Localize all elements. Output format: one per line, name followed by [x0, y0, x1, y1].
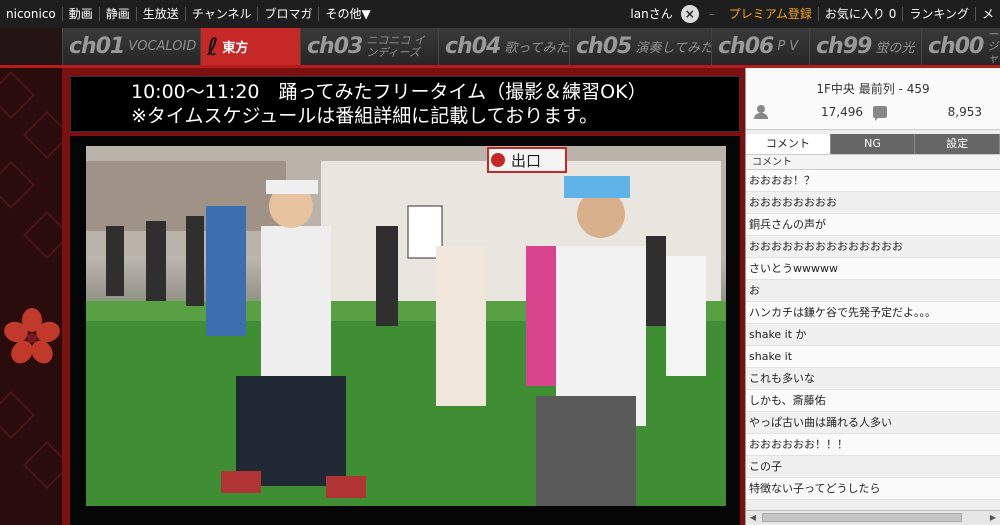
comment-row[interactable]: お — [746, 280, 1000, 302]
comment-icon — [873, 106, 887, 121]
video-frame: 出口 — [70, 136, 740, 525]
channel-name: ニコニコ インディーズ — [366, 33, 425, 59]
viewer-icon — [754, 105, 768, 119]
channel-tab-ch00[interactable]: ch00 オー ジャン — [921, 28, 1000, 65]
comment-row[interactable]: 特徴ない子ってどうしたら — [746, 478, 1000, 500]
channel-number: ch04 — [445, 34, 501, 59]
scroll-left-icon[interactable]: ◀ — [746, 511, 760, 524]
scroll-thumb[interactable] — [762, 513, 962, 522]
premium-link[interactable]: プレミアム登録 — [723, 0, 818, 28]
app-root: niconico 動画 静画 生放送 チャンネル ブロマガ その他▼ lanさん… — [0, 0, 1000, 525]
scroll-right-icon[interactable]: ▶ — [986, 511, 1000, 524]
channel-name: P V — [777, 39, 799, 54]
comment-row[interactable]: 銅兵さんの声が — [746, 214, 1000, 236]
horizontal-scrollbar[interactable]: ◀ ▶ — [746, 510, 1000, 524]
sakura-icon — [4, 308, 60, 364]
tab-ng[interactable]: NG — [830, 134, 916, 154]
channel-name: 歌ってみた — [504, 41, 569, 56]
tab-settings[interactable]: 設定 — [915, 134, 1000, 154]
comment-row[interactable]: これも多いな — [746, 368, 1000, 390]
channel-tab-ch03[interactable]: ch03 ニコニコ インディーズ — [300, 28, 438, 65]
divider: – — [708, 7, 715, 21]
room-label: 1F中央 最前列 - 459 — [816, 82, 930, 96]
channel-number: ch00 — [928, 34, 984, 59]
comment-row[interactable]: おおおおおおおお — [746, 192, 1000, 214]
telop-line-1: 10:00〜11:20 踊ってみたフリータイム（撮影＆練習OK） — [131, 81, 647, 103]
ranking-link[interactable]: ランキング — [903, 0, 975, 28]
comment-list[interactable]: おおおお！？ おおおおおおおお 銅兵さんの声が おおおおおおおおおおおおおお さ… — [746, 170, 1000, 510]
channel-tab-ch04[interactable]: ch04 歌ってみた — [438, 28, 569, 65]
channel-number: ch03 — [307, 34, 363, 59]
channel-bar: ch01 VOCALOID ℓ 東方 ch03 ニコニコ インディーズ ch04… — [0, 28, 1000, 68]
pattern-shape — [22, 210, 62, 260]
comment-row[interactable]: やっぱ古い曲は踊れる人多い — [746, 412, 1000, 434]
pattern-shape — [22, 440, 62, 490]
viewer-stat: 17,496 — [754, 105, 873, 119]
left-decoration — [0, 68, 62, 525]
top-navigation: niconico 動画 静画 生放送 チャンネル ブロマガ その他▼ lanさん… — [0, 0, 1000, 28]
comment-row[interactable]: ハンカチは鎌ケ谷で先発予定だよ。。。 — [746, 302, 1000, 324]
comment-panel: 1F中央 最前列 - 459 17,496 8,953 コメント NG 設定 コ… — [745, 68, 1000, 525]
favorites-link[interactable]: お気に入り 0 — [819, 0, 902, 28]
comment-row[interactable]: さいとうwwwww — [746, 258, 1000, 280]
channel-name: 演奏してみた — [635, 41, 713, 56]
channel-name: 東方 — [222, 41, 249, 56]
channel-tab-touhou[interactable]: ℓ 東方 — [200, 28, 300, 65]
comment-row[interactable]: この子 — [746, 456, 1000, 478]
comment-row[interactable]: おおおお！？ — [746, 170, 1000, 192]
channel-tab-ch99[interactable]: ch99 蛍の光 — [809, 28, 921, 65]
pattern-shape — [22, 110, 62, 160]
channel-name: VOCALOID — [128, 39, 197, 54]
nav-niconico[interactable]: niconico — [0, 0, 62, 28]
channel-bar-lead — [0, 28, 62, 65]
channel-number: ch05 — [576, 34, 632, 59]
channel-name: オー ジャン — [987, 28, 999, 65]
comment-row[interactable]: shake it か — [746, 324, 1000, 346]
exit-sign-text: 出口 — [511, 152, 541, 170]
channel-name: 蛍の光 — [875, 41, 915, 56]
comment-count: 8,953 — [947, 105, 982, 119]
nav-blomaga[interactable]: ブロマガ — [258, 0, 318, 28]
comment-row[interactable]: おおおおおお！！！ — [746, 434, 1000, 456]
player-area: 10:00〜11:20 踊ってみたフリータイム（撮影＆練習OK） ※タイムスケジ… — [62, 68, 745, 525]
tab-comment[interactable]: コメント — [746, 134, 831, 154]
channel-tab-ch01[interactable]: ch01 VOCALOID — [62, 28, 200, 65]
telop-line-2: ※タイムスケジュールは番組詳細に記載しております。 — [131, 105, 599, 127]
pattern-shape — [0, 160, 36, 210]
nav-video[interactable]: 動画 — [63, 0, 99, 28]
pattern-shape — [0, 390, 36, 440]
comment-row[interactable]: おおおおおおおおおおおおおお — [746, 236, 1000, 258]
channel-number: ch06 — [718, 34, 774, 59]
channel-tab-ch06[interactable]: ch06 P V — [711, 28, 809, 65]
video-player[interactable]: 出口 — [86, 146, 726, 506]
video-scene: 出口 — [86, 146, 726, 506]
close-icon[interactable]: × — [680, 5, 699, 23]
room-info: 1F中央 最前列 - 459 17,496 8,953 — [746, 68, 1000, 130]
nav-seiga[interactable]: 静画 — [100, 0, 136, 28]
mail-link[interactable]: メ — [976, 0, 1000, 28]
user-name[interactable]: lanさん — [622, 0, 680, 28]
channel-number: ch01 — [69, 34, 125, 59]
channel-tab-ch05[interactable]: ch05 演奏してみた — [569, 28, 713, 65]
comment-stat: 8,953 — [873, 105, 992, 121]
viewer-count: 17,496 — [821, 105, 863, 119]
panel-tabs: コメント NG 設定 — [746, 134, 1000, 154]
comment-column-header[interactable]: コメント — [746, 154, 1000, 170]
nav-other-dropdown[interactable]: その他▼ — [319, 0, 376, 28]
comment-row[interactable]: しかも、斎藤佑 — [746, 390, 1000, 412]
nav-live[interactable]: 生放送 — [137, 0, 185, 28]
nav-channel[interactable]: チャンネル — [186, 0, 258, 28]
pattern-shape — [0, 70, 36, 120]
telop-banner: 10:00〜11:20 踊ってみたフリータイム（撮影＆練習OK） ※タイムスケジ… — [70, 76, 740, 132]
comment-row[interactable]: shake it — [746, 346, 1000, 368]
stats-row: 17,496 8,953 — [746, 98, 1000, 126]
channel-logo-icon: ℓ — [207, 32, 219, 61]
channel-number: ch99 — [816, 34, 872, 59]
